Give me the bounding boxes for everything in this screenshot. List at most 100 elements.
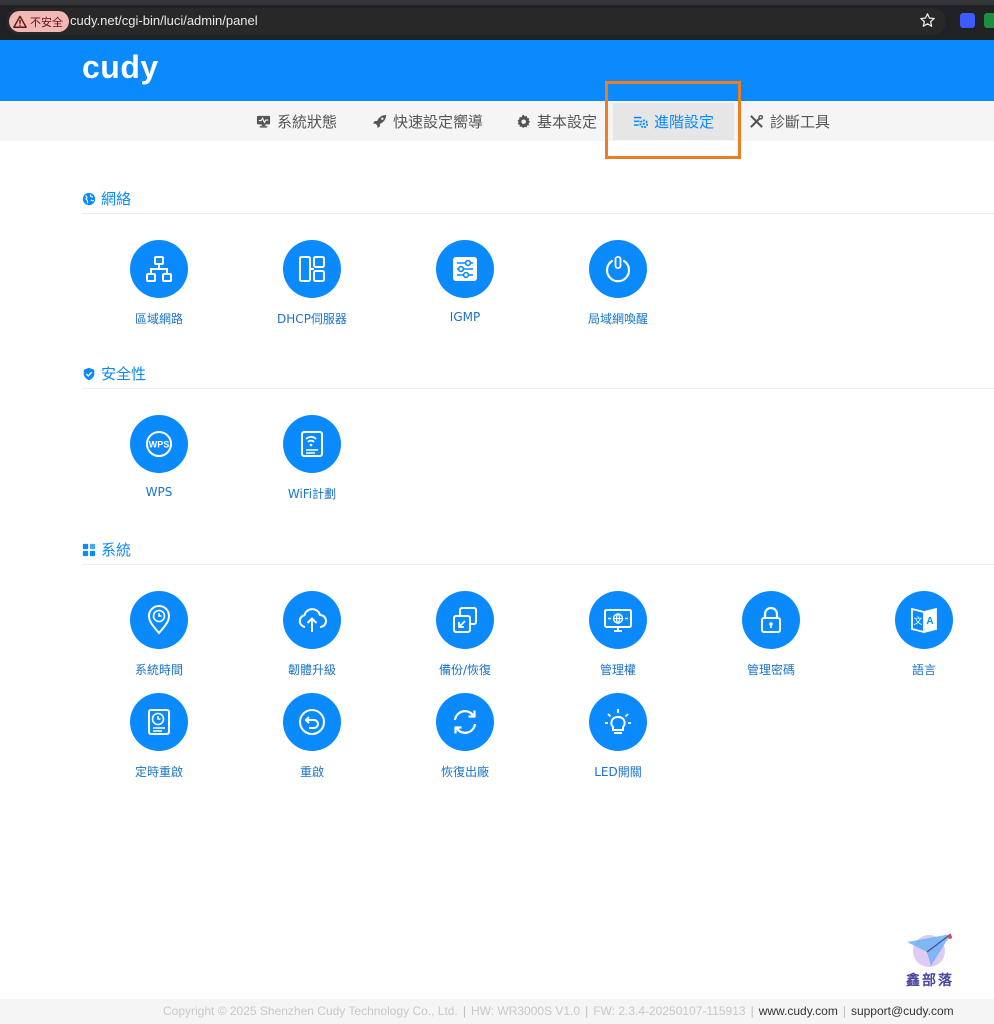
tile-label: 系統時間	[134, 663, 183, 677]
extension-icon[interactable]	[960, 13, 975, 28]
grid-icon	[82, 543, 96, 556]
footer: Copyright © 2025 Shenzhen Cudy Technolog…	[0, 999, 994, 1024]
tile-label: 局域網喚醒	[587, 312, 648, 326]
tile-icon-circle: WPS	[130, 415, 188, 473]
section-label: 網絡	[101, 190, 132, 208]
tile-icon-circle	[589, 240, 647, 298]
nav-item-basic-settings[interactable]: 基本設定	[516, 101, 597, 141]
tile-language[interactable]: 文 A 語言	[849, 591, 994, 678]
lan-icon	[146, 256, 172, 282]
rocket-icon	[372, 114, 387, 128]
nav-item-quick-setup[interactable]: 快速設定嚮導	[372, 101, 483, 141]
footer-copyright: Copyright © 2025 Shenzhen Cudy Technolog…	[163, 1004, 458, 1018]
footer-website-link[interactable]: www.cudy.com	[759, 1004, 838, 1018]
svg-text:文: 文	[913, 615, 922, 627]
monitor-icon	[256, 115, 271, 128]
nav-label: 診斷工具	[770, 112, 831, 131]
footer-hw: HW: WR3000S V1.0	[470, 1004, 581, 1018]
url-text[interactable]: cudy.net/cgi-bin/luci/admin/panel	[70, 13, 258, 28]
nav-label: 系統狀態	[277, 112, 338, 131]
tile-label: 管理權	[599, 663, 636, 677]
tile-label: 韌體升級	[287, 663, 336, 677]
schedule-reboot-icon	[148, 709, 170, 735]
tile-admin-password[interactable]: 管理密碼	[696, 591, 846, 678]
browser-tabstrip	[0, 0, 994, 5]
paper-plane-logo-icon	[907, 933, 952, 967]
tile-icon-circle	[436, 591, 494, 649]
tile-label: 定時重啟	[134, 765, 183, 779]
tile-icon-circle	[130, 591, 188, 649]
main-nav	[0, 101, 994, 141]
extension-icon-2[interactable]	[984, 13, 994, 28]
tile-label: DHCP伺服器	[277, 312, 347, 326]
tile-icon-circle	[589, 693, 647, 751]
tile-label: 備份/恢復	[438, 663, 492, 677]
tile-wps[interactable]: WPS WPS	[84, 415, 234, 499]
lock-icon	[761, 606, 781, 633]
section-divider	[82, 213, 994, 214]
tile-label: IGMP	[449, 310, 481, 324]
nav-label: 基本設定	[537, 112, 598, 131]
gear-icon	[517, 114, 531, 128]
tile-icon-circle	[283, 415, 341, 473]
nav-item-diagnostics[interactable]: 診斷工具	[749, 101, 830, 141]
tile-icon-circle	[436, 693, 494, 751]
warning-icon	[13, 15, 27, 28]
language-icon: 文 A	[911, 607, 937, 634]
server-icon	[299, 256, 325, 282]
security-chip[interactable]: 不安全	[9, 11, 69, 32]
nav-item-status[interactable]: 系統狀態	[256, 101, 337, 141]
factory-reset-icon	[453, 710, 477, 734]
tile-factory-reset[interactable]: 恢復出廠	[390, 693, 540, 780]
watermark-text: 鑫部落	[906, 973, 954, 989]
tile-label: WPS	[145, 485, 173, 499]
tile-management[interactable]: 管理權	[543, 591, 693, 678]
security-label: 不安全	[30, 15, 63, 29]
section-title-system: 系統	[82, 539, 131, 560]
bookmark-star-icon[interactable]	[919, 12, 936, 29]
cudy-logo[interactable]: cudy	[82, 49, 159, 86]
tile-icon-circle	[130, 240, 188, 298]
tile-icon-circle: 文 A	[895, 591, 953, 649]
tile-lan[interactable]: 區域網路	[84, 240, 234, 327]
tile-label: LED開關	[594, 765, 642, 779]
tile-label: 恢復出廠	[440, 765, 489, 779]
tile-icon-circle	[436, 240, 494, 298]
clock-pin-icon	[147, 605, 171, 635]
tile-wifi-schedule[interactable]: WiFi計劃	[237, 415, 387, 502]
tile-icon-circle	[283, 693, 341, 751]
tile-dhcp-server[interactable]: DHCP伺服器	[237, 240, 387, 327]
tile-wake-on-lan[interactable]: 局域網喚醒	[543, 240, 693, 327]
tile-firmware-upgrade[interactable]: 韌體升級	[237, 591, 387, 678]
tile-scheduled-reboot[interactable]: 定時重啟	[84, 693, 234, 780]
globe-icon	[82, 192, 96, 205]
section-divider	[82, 564, 994, 565]
nav-label: 快速設定嚮導	[393, 112, 484, 131]
tile-backup-restore[interactable]: 備份/恢復	[390, 591, 540, 678]
svg-text:A: A	[926, 616, 933, 627]
svg-text:WPS: WPS	[149, 440, 170, 450]
tile-icon-circle	[589, 591, 647, 649]
backup-icon	[453, 607, 477, 633]
tile-icon-circle	[283, 591, 341, 649]
tile-led-switch[interactable]: LED開關	[543, 693, 693, 780]
igmp-icon	[453, 257, 477, 281]
tile-label: WiFi計劃	[287, 487, 337, 501]
section-title-security: 安全性	[82, 363, 146, 384]
power-icon	[605, 256, 631, 283]
wifi-schedule-icon	[301, 431, 323, 457]
shield-icon	[83, 367, 95, 380]
tile-label: 區域網路	[134, 312, 183, 326]
led-icon	[605, 709, 631, 734]
tile-igmp[interactable]: IGMP	[390, 240, 540, 324]
section-title-network: 網絡	[82, 188, 131, 209]
footer-support-link[interactable]: support@cudy.com	[851, 1004, 954, 1018]
tile-system-time[interactable]: 系統時間	[84, 591, 234, 678]
section-divider	[82, 388, 994, 389]
footer-fw: FW: 2.3.4-20250107-115913	[593, 1004, 746, 1018]
tile-reboot[interactable]: 重啟	[237, 693, 387, 780]
tile-icon-circle	[283, 240, 341, 298]
tile-icon-circle	[742, 591, 800, 649]
management-icon	[604, 609, 632, 632]
tools-icon	[750, 114, 764, 128]
